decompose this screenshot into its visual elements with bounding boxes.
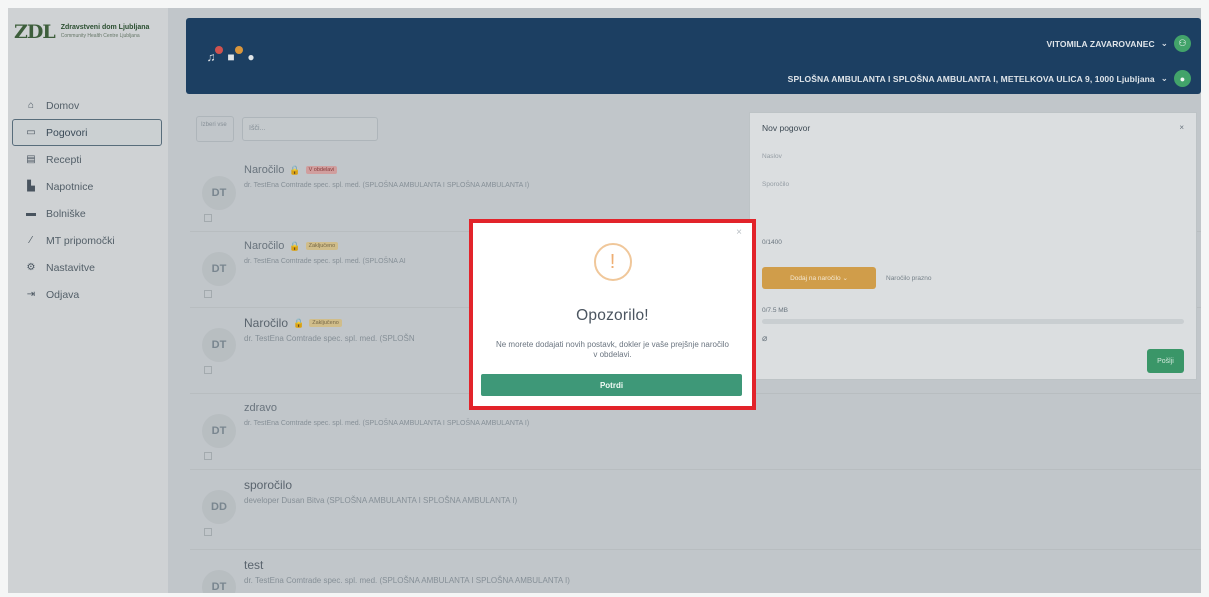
warning-modal: × ! Opozorilo! Ne morete dodajati novih … [469,219,756,410]
modal-message: Ne morete dodajati novih postavk, dokler… [495,340,729,359]
exclamation-icon: ! [593,243,632,281]
close-icon[interactable]: × [736,227,742,238]
modal-title: Opozorilo! [576,307,649,324]
confirm-button[interactable]: Potrdi [481,374,742,396]
